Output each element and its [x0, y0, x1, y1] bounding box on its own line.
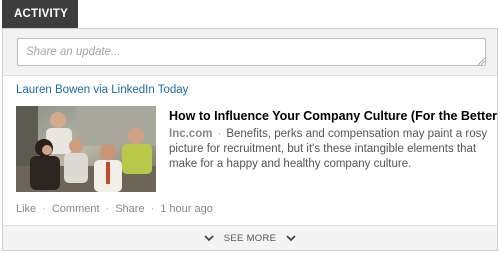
see-more-label: SEE MORE	[223, 233, 277, 244]
chevron-down-icon	[286, 235, 296, 242]
post-timestamp: 1 hour ago	[160, 203, 213, 215]
article-thumbnail[interactable]	[16, 106, 156, 192]
group-photo-thumbnail-icon	[16, 106, 156, 192]
separator-dot: ·	[105, 203, 110, 215]
activity-card: Lauren Bowen via LinkedIn Today	[2, 28, 498, 251]
article-headline-link[interactable]: How to Influence Your Company Culture (F…	[169, 109, 497, 123]
article-source: Inc.com	[169, 128, 213, 140]
tab-activity[interactable]: ACTIVITY	[2, 0, 78, 28]
comment-link[interactable]: Comment	[52, 203, 100, 215]
resize-grip-icon[interactable]	[478, 58, 485, 65]
tab-label: ACTIVITY	[14, 8, 68, 20]
post-actions: Like · Comment · Share · 1 hour ago	[16, 203, 213, 215]
like-link[interactable]: Like	[16, 203, 36, 215]
separator-dot: ·	[150, 203, 155, 215]
see-more-button[interactable]: SEE MORE	[3, 225, 497, 250]
activity-widget: ACTIVITY Lauren Bowen via LinkedIn Today	[0, 0, 500, 253]
post-attribution-link[interactable]: Lauren Bowen via LinkedIn Today	[16, 84, 188, 96]
separator-dot: ·	[42, 203, 46, 215]
share-link[interactable]: Share	[115, 203, 144, 215]
chevron-down-icon	[204, 235, 214, 242]
separator-dot: ·	[217, 128, 222, 140]
share-update-input[interactable]	[17, 38, 486, 66]
share-update-area	[3, 29, 497, 76]
article-summary: Inc.com · Benefits, perks and compensation…	[169, 127, 489, 172]
